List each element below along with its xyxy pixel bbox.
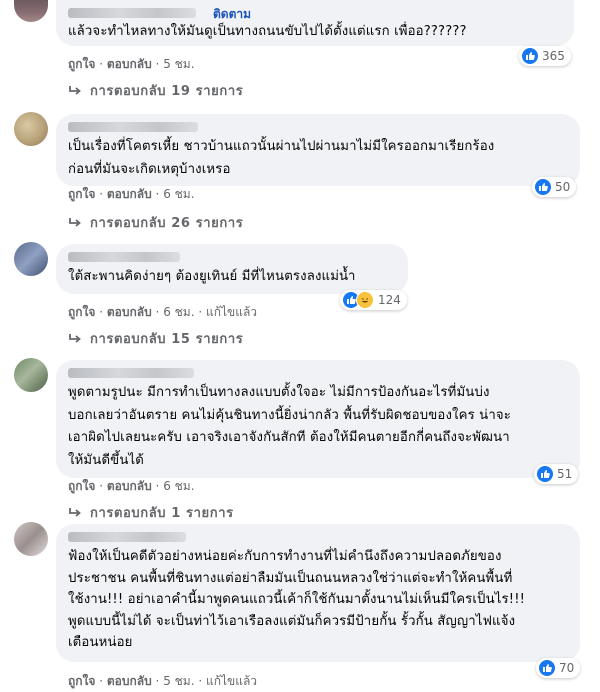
commenter-name-redacted[interactable] (68, 532, 186, 542)
reaction-count[interactable]: 50 (532, 177, 577, 197)
haha-icon (356, 291, 374, 309)
reply-link[interactable]: ตอบกลับ (107, 57, 152, 71)
view-replies-link[interactable]: การตอบกลับ 15 รายการ (68, 328, 243, 349)
comment-line: บอกเลยว่าอันตราย คนไม่คุ้นชินทางนี้ยิ่งน… (68, 407, 512, 423)
comment-line: ประชาชน คนพื้นที่ชินทางแต่อย่าลืมมันเป็น… (68, 570, 513, 586)
comment-text: เป็นเรื่องที่โคตรเหี้ย ชาวบ้านแถวนั้นผ่า… (68, 136, 568, 181)
reaction-count[interactable]: 51 (534, 464, 579, 484)
comment-bubble: ใต้สะพานคิดง่ายๆ ต้องยูเทินย์ มีที่ไหนตร… (56, 244, 408, 294)
avatar[interactable] (14, 0, 48, 22)
comment-text: ใต้สะพานคิดง่ายๆ ต้องยูเทินย์ มีที่ไหนตร… (68, 266, 396, 289)
like-link[interactable]: ถูกใจ (68, 187, 95, 201)
comment-text: พูดตามรูปนะ มีการทำเป็นทางลงแบบตั้งใจอะ … (68, 382, 568, 472)
view-replies-link[interactable]: การตอบกลับ 1 รายการ (68, 502, 234, 523)
like-icon (535, 179, 551, 195)
like-link[interactable]: ถูกใจ (68, 57, 95, 71)
reply-arrow-icon (69, 85, 81, 95)
timestamp[interactable]: 5 ชม. (163, 674, 194, 688)
replies-label: การตอบกลับ 26 รายการ (90, 216, 244, 231)
comment-line: พูดแบบนี้ไม่ได้ จะเป็นท่าไว้เอาเรือลงแต่… (68, 613, 516, 629)
comment-actions: ถูกใจ · ตอบกลับ · 6 ชม. · แก้ไขแล้ว (68, 305, 258, 319)
comment-actions: ถูกใจ · ตอบกลับ · 6 ชม. (68, 187, 195, 201)
commenter-name-redacted[interactable] (68, 252, 180, 262)
view-replies-link[interactable]: การตอบกลับ 26 รายการ (68, 212, 243, 233)
comment-line: พูดตามรูปนะ มีการทำเป็นทางลงแบบตั้งใจอะ … (68, 385, 490, 400)
comment-line: เป็นเรื่องที่โคตรเหี้ย ชาวบ้านแถวนั้นผ่า… (68, 139, 495, 154)
comment-line: ให้มันดีขึ้นได้ (68, 452, 144, 468)
comment-line: ก่อนที่มันจะเกิดเหตุบ้างเหรอ (68, 161, 231, 177)
timestamp[interactable]: 6 ชม. (163, 305, 194, 319)
reaction-number: 70 (559, 661, 575, 675)
reaction-number: 365 (542, 49, 565, 63)
reply-link[interactable]: ตอบกลับ (107, 187, 152, 201)
reply-arrow-icon (69, 217, 81, 227)
timestamp[interactable]: 6 ชม. (163, 187, 194, 201)
comment-bubble: พูดตามรูปนะ มีการทำเป็นทางลงแบบตั้งใจอะ … (56, 360, 580, 478)
reply-link[interactable]: ตอบกลับ (107, 674, 152, 688)
like-link[interactable]: ถูกใจ (68, 305, 95, 319)
comment-actions: ถูกใจ · ตอบกลับ · 6 ชม. (68, 479, 195, 493)
reaction-count[interactable]: 70 (536, 658, 581, 678)
avatar[interactable] (14, 242, 48, 276)
like-icon (537, 466, 553, 482)
comment-line: ใช้งาน!!! อย่าเอาคำนี้มาพูดคนแถวนี้เค้าก… (68, 592, 526, 607)
edited-label: แก้ไขแล้ว (205, 305, 258, 319)
reaction-count[interactable]: 124 (340, 290, 407, 310)
commenter-name-redacted[interactable] (68, 122, 198, 132)
reaction-number: 51 (557, 467, 573, 481)
comment-bubble: ติดตาม แล้วจะทำไหลทางให้มันดูเป็นทางถนนข… (56, 0, 574, 46)
comment-line: เอาผิดไปเลยนะครับ เอาจริงเอาจังกันสักที … (68, 430, 510, 445)
timestamp[interactable]: 6 ชม. (163, 479, 194, 493)
comment-line: ใต้สะพานคิดง่ายๆ ต้องยูเทินย์ มีที่ไหนตร… (68, 269, 356, 284)
reply-link[interactable]: ตอบกลับ (107, 479, 152, 493)
replies-label: การตอบกลับ 15 รายการ (90, 332, 244, 347)
avatar[interactable] (14, 358, 48, 392)
comment-text: ฟ้องให้เป็นคดีตัวอย่างหน่อยค่ะกับการทำงา… (68, 546, 568, 654)
timestamp[interactable]: 5 ชม. (163, 57, 194, 71)
avatar[interactable] (14, 522, 48, 556)
edited-label: แก้ไขแล้ว (205, 674, 258, 688)
commenter-name-redacted[interactable] (68, 368, 194, 378)
commenter-name-redacted[interactable]: ติดตาม (68, 7, 251, 21)
reply-link[interactable]: ตอบกลับ (107, 305, 152, 319)
like-link[interactable]: ถูกใจ (68, 479, 95, 493)
follow-link[interactable]: ติดตาม (213, 5, 251, 24)
view-replies-link[interactable]: การตอบกลับ 19 รายการ (68, 80, 243, 101)
like-link[interactable]: ถูกใจ (68, 674, 95, 688)
comment-line: ฟ้องให้เป็นคดีตัวอย่างหน่อยค่ะกับการทำงา… (68, 549, 502, 564)
reaction-count[interactable]: 365 (519, 46, 571, 66)
comment-line: แล้วจะทำไหลทางให้มันดูเป็นทางถนนขับไปได้… (68, 24, 467, 39)
reply-arrow-icon (69, 333, 81, 343)
like-icon (522, 48, 538, 64)
comment-actions: ถูกใจ · ตอบกลับ · 5 ชม. (68, 57, 195, 71)
comment-bubble: เป็นเรื่องที่โคตรเหี้ย ชาวบ้านแถวนั้นผ่า… (56, 114, 580, 186)
avatar[interactable] (14, 112, 48, 146)
comment-line: เตือนหน่อย (68, 635, 133, 650)
replies-label: การตอบกลับ 19 รายการ (90, 84, 244, 99)
reply-arrow-icon (69, 507, 81, 517)
reaction-number: 50 (555, 180, 571, 194)
reaction-number: 124 (378, 293, 401, 307)
comment-bubble: ฟ้องให้เป็นคดีตัวอย่างหน่อยค่ะกับการทำงา… (56, 524, 580, 662)
replies-label: การตอบกลับ 1 รายการ (90, 506, 234, 521)
comment-text: แล้วจะทำไหลทางให้มันดูเป็นทางถนนขับไปได้… (68, 21, 562, 44)
like-icon (539, 660, 555, 676)
comment-actions: ถูกใจ · ตอบกลับ · 5 ชม. · แก้ไขแล้ว (68, 674, 258, 688)
